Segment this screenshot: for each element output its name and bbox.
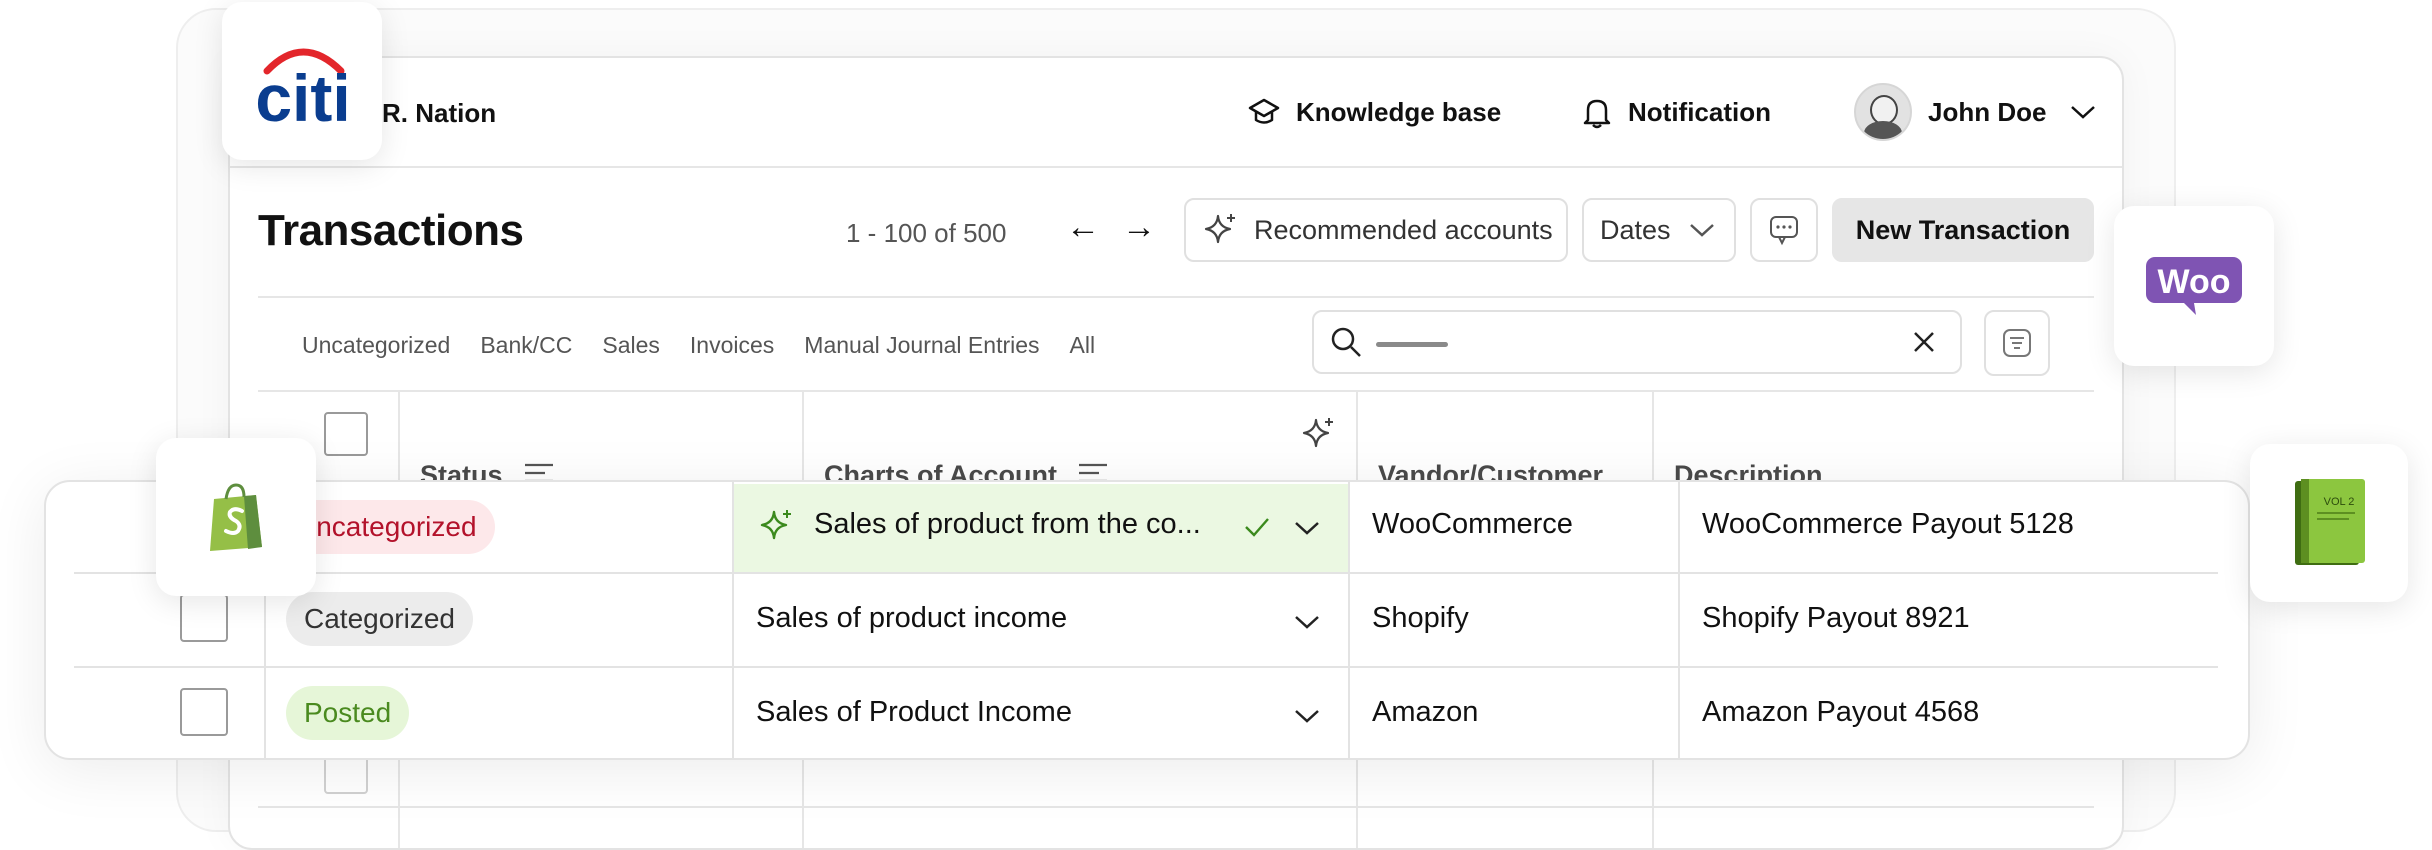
- search-box: [1312, 310, 1962, 374]
- chevron-down-icon[interactable]: [1292, 706, 1322, 726]
- account-text: Sales of Product Income: [756, 696, 1072, 728]
- bell-icon: [1583, 99, 1611, 129]
- close-icon[interactable]: [1910, 328, 1938, 356]
- svg-text:Woo: Woo: [2157, 263, 2230, 301]
- avatar: [1854, 83, 1912, 141]
- row-checkbox[interactable]: [180, 594, 228, 642]
- column-separator: [1678, 482, 1680, 758]
- tab-sales[interactable]: Sales: [602, 332, 660, 359]
- company-name: R. Nation: [382, 98, 497, 128]
- rows-card: Uncategorized Sales of product from the …: [44, 480, 2250, 760]
- knowledge-base-label: Knowledge base: [1296, 96, 1502, 127]
- row-divider: [74, 666, 2218, 668]
- column-separator: [1348, 482, 1350, 758]
- search-icon: [1331, 327, 1361, 357]
- tab-bank-cc[interactable]: Bank/CC: [480, 332, 572, 359]
- sparkle-icon[interactable]: [1298, 414, 1338, 454]
- filter-sheet-icon: [2003, 329, 2031, 357]
- chat-bubble-icon: [1770, 216, 1798, 246]
- graduation-cap-icon: [1248, 98, 1280, 124]
- sparkle-icon: [760, 510, 791, 540]
- vendor-cell: Amazon: [1372, 696, 1478, 729]
- chevron-down-icon: [2071, 106, 2096, 119]
- description-cell: WooCommerce Payout 5128: [1702, 508, 2074, 541]
- status-badge: Categorized: [286, 592, 473, 646]
- top-bar: R. Nation Knowledge base Notification Jo…: [230, 58, 2122, 168]
- select-all-checkbox[interactable]: [324, 412, 368, 456]
- chevron-down-icon[interactable]: [1292, 518, 1322, 538]
- woocommerce-logo: Woo: [2146, 257, 2242, 315]
- description-cell: Shopify Payout 8921: [1702, 602, 1970, 635]
- account-text: Sales of product income: [756, 602, 1068, 634]
- tab-all[interactable]: All: [1070, 332, 1096, 359]
- chevron-down-icon[interactable]: [1292, 612, 1322, 632]
- vendor-text: WooCommerce: [1372, 508, 1573, 540]
- account-text: Sales of product from the co...: [814, 508, 1201, 540]
- notification-link[interactable]: Notification: [1580, 92, 1771, 132]
- green-book-icon: VOL 2: [2295, 479, 2365, 565]
- pagination-arrows: ← →: [1066, 210, 1156, 244]
- dates-dropdown[interactable]: Dates: [1582, 198, 1736, 262]
- filter-divider: [258, 390, 2094, 392]
- dates-label: Dates: [1600, 214, 1671, 245]
- vendor-cell: WooCommerce: [1372, 508, 1573, 541]
- svg-text:citi: citi: [255, 61, 350, 131]
- user-menu[interactable]: John Doe: [1854, 83, 2098, 141]
- vendor-text: Amazon: [1372, 696, 1479, 728]
- comment-button[interactable]: [1750, 198, 1818, 262]
- description-text: WooCommerce Payout 5128: [1702, 508, 2074, 540]
- chevron-down-icon: [1689, 224, 1714, 237]
- tab-manual-journal-entries[interactable]: Manual Journal Entries: [804, 332, 1039, 359]
- description-cell: Amazon Payout 4568: [1702, 696, 1979, 729]
- status-badge: Posted: [286, 686, 410, 740]
- column-separator: [732, 482, 734, 758]
- tab-invoices[interactable]: Invoices: [690, 332, 774, 359]
- checkmark-icon: [1245, 518, 1269, 537]
- shopify-bag-icon: [210, 483, 262, 551]
- toolbar-divider: [258, 296, 2094, 298]
- notification-label: Notification: [1628, 96, 1771, 127]
- status-text: Posted: [304, 697, 392, 728]
- filter-tabs: Uncategorized Bank/CC Sales Invoices Man…: [302, 332, 1095, 359]
- description-text: Shopify Payout 8921: [1702, 602, 1970, 634]
- recommended-accounts-button[interactable]: Recommended accounts: [1184, 198, 1568, 262]
- status-text: Categorized: [304, 603, 455, 634]
- next-page-button[interactable]: →: [1122, 210, 1156, 244]
- recommended-accounts-label: Recommended accounts: [1254, 214, 1553, 245]
- user-name: John Doe: [1928, 96, 2047, 127]
- tab-uncategorized[interactable]: Uncategorized: [302, 332, 450, 359]
- shopify-logo-tile: [156, 438, 316, 596]
- book-logo-tile: VOL 2: [2250, 444, 2408, 602]
- search-input[interactable]: [1376, 326, 1860, 362]
- woocommerce-logo-tile: Woo: [2114, 206, 2274, 366]
- vendor-text: Shopify: [1372, 602, 1469, 634]
- knowledge-base-link[interactable]: Knowledge base: [1246, 92, 1501, 132]
- pagination-text: 1 - 100 of 500: [846, 218, 1007, 248]
- citi-logo: citi: [255, 48, 351, 131]
- description-text: Amazon Payout 4568: [1702, 696, 1980, 728]
- page-title: Transactions: [258, 206, 524, 255]
- row-checkbox[interactable]: [180, 688, 228, 736]
- vendor-cell: Shopify: [1372, 602, 1469, 635]
- status-text: Uncategorized: [296, 511, 477, 542]
- account-dropdown[interactable]: Sales of Product Income: [756, 696, 1072, 729]
- account-dropdown[interactable]: Sales of product income: [756, 602, 1067, 635]
- new-transaction-button[interactable]: New Transaction: [1832, 198, 2094, 262]
- citi-logo-tile: citi: [222, 2, 382, 160]
- prev-page-button[interactable]: ←: [1066, 210, 1100, 244]
- sparkle-icon: [1204, 214, 1235, 244]
- account-dropdown[interactable]: Sales of product from the co...: [814, 508, 1201, 541]
- row-divider: [74, 572, 2218, 574]
- new-transaction-label: New Transaction: [1855, 214, 2071, 245]
- svg-text:VOL 2: VOL 2: [2324, 496, 2355, 508]
- filter-settings-button[interactable]: [1984, 310, 2050, 376]
